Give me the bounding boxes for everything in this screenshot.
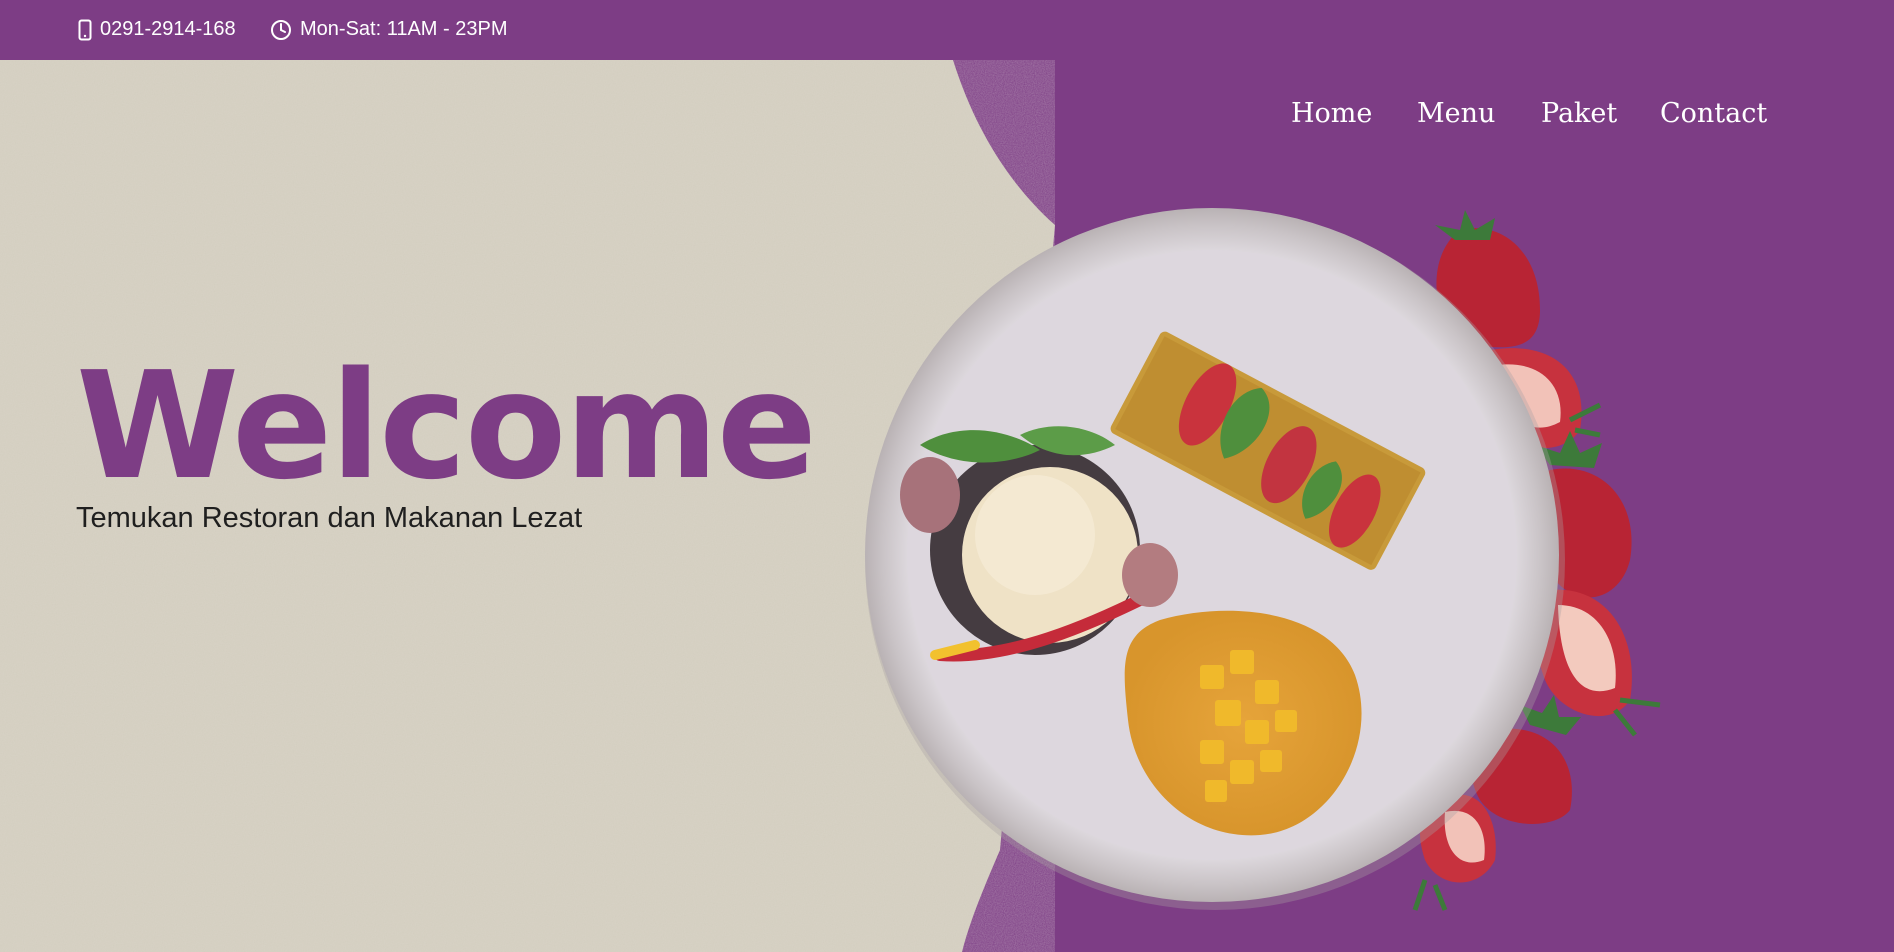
nav-paket[interactable]: Paket [1541,98,1617,129]
phone-icon [78,19,92,41]
opening-hours: Mon-Sat: 11AM - 23PM [300,18,508,40]
hero-title: Welcome [76,340,817,512]
nav-home[interactable]: Home [1291,98,1372,129]
nav-contact[interactable]: Contact [1660,98,1767,129]
dessert-plate-image [865,208,1565,910]
phone-number: 0291-2914-168 [100,18,236,40]
hero-subtitle: Temukan Restoran dan Makanan Lezat [76,502,583,534]
hours-info: Mon-Sat: 11AM - 23PM [270,18,507,41]
phone-info[interactable]: 0291-2914-168 [78,18,236,41]
nav-menu[interactable]: Menu [1417,98,1495,129]
clock-icon [270,19,292,41]
top-info-bar: 0291-2914-168 Mon-Sat: 11AM - 23PM [0,0,1894,60]
